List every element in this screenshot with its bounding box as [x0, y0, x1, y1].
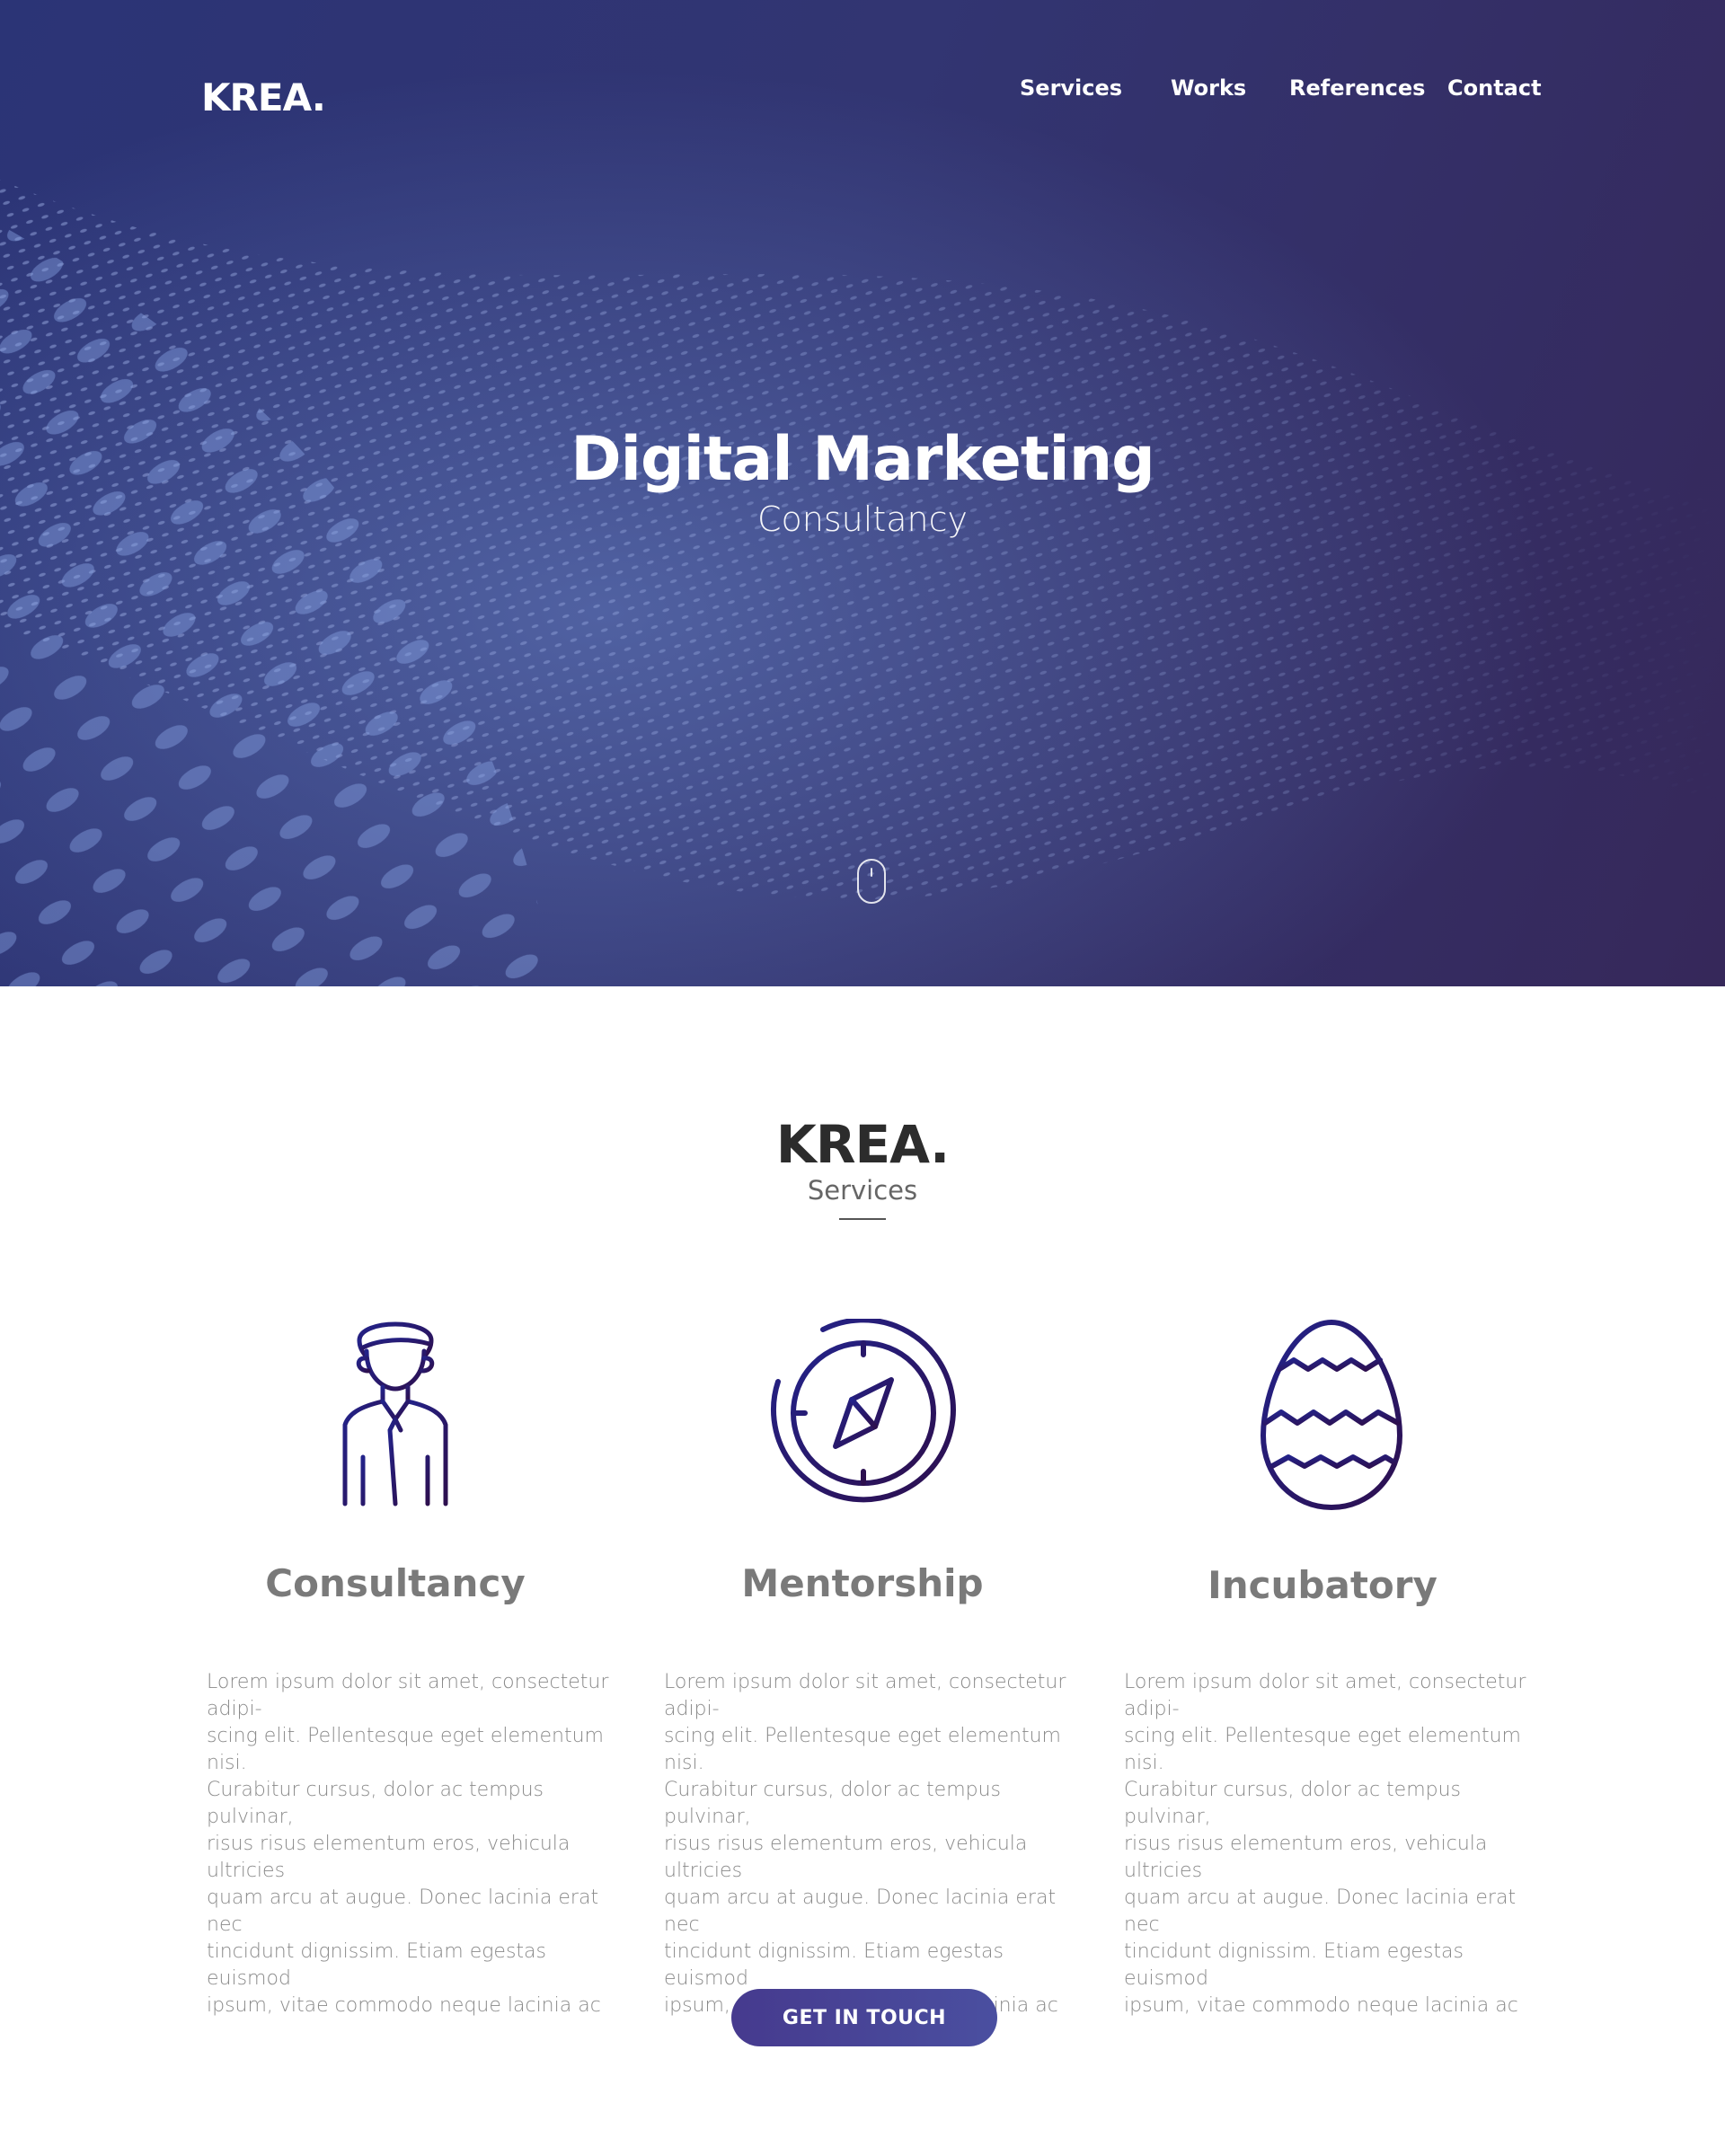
card-text-incubatory: Lorem ipsum dolor sit amet, consectetur … [1124, 1671, 1526, 2017]
nav-contact[interactable]: Contact [1447, 75, 1542, 101]
hero-subtitle: Consultancy [757, 499, 968, 539]
get-in-touch-button[interactable]: GET IN TOUCH [731, 1989, 997, 2046]
card-title-incubatory: Incubatory [1208, 1563, 1438, 1607]
card-title-mentorship: Mentorship [741, 1561, 984, 1605]
nav-services[interactable]: Services [1020, 75, 1122, 101]
compass-icon [770, 1319, 956, 1503]
card-text-mentorship: Lorem ipsum dolor sit amet, consectetur … [664, 1671, 1066, 2017]
section-divider [839, 1218, 886, 1220]
person-icon [342, 1321, 448, 1507]
hero-title: Digital Marketing [571, 424, 1155, 495]
services-heading: Services [807, 1175, 918, 1206]
egg-icon [1261, 1320, 1402, 1510]
mouse-scroll-icon[interactable] [857, 859, 886, 904]
main-nav: Services Works References Contact [0, 75, 1725, 111]
services-logo: KREA. [775, 1114, 950, 1175]
nav-works[interactable]: Works [1171, 75, 1246, 101]
card-title-consultancy: Consultancy [265, 1561, 526, 1605]
hero-section: KREA. Services Works References Contact … [0, 0, 1725, 986]
nav-references[interactable]: References [1289, 75, 1425, 101]
card-text-consultancy: Lorem ipsum dolor sit amet, consectetur … [207, 1671, 609, 2017]
